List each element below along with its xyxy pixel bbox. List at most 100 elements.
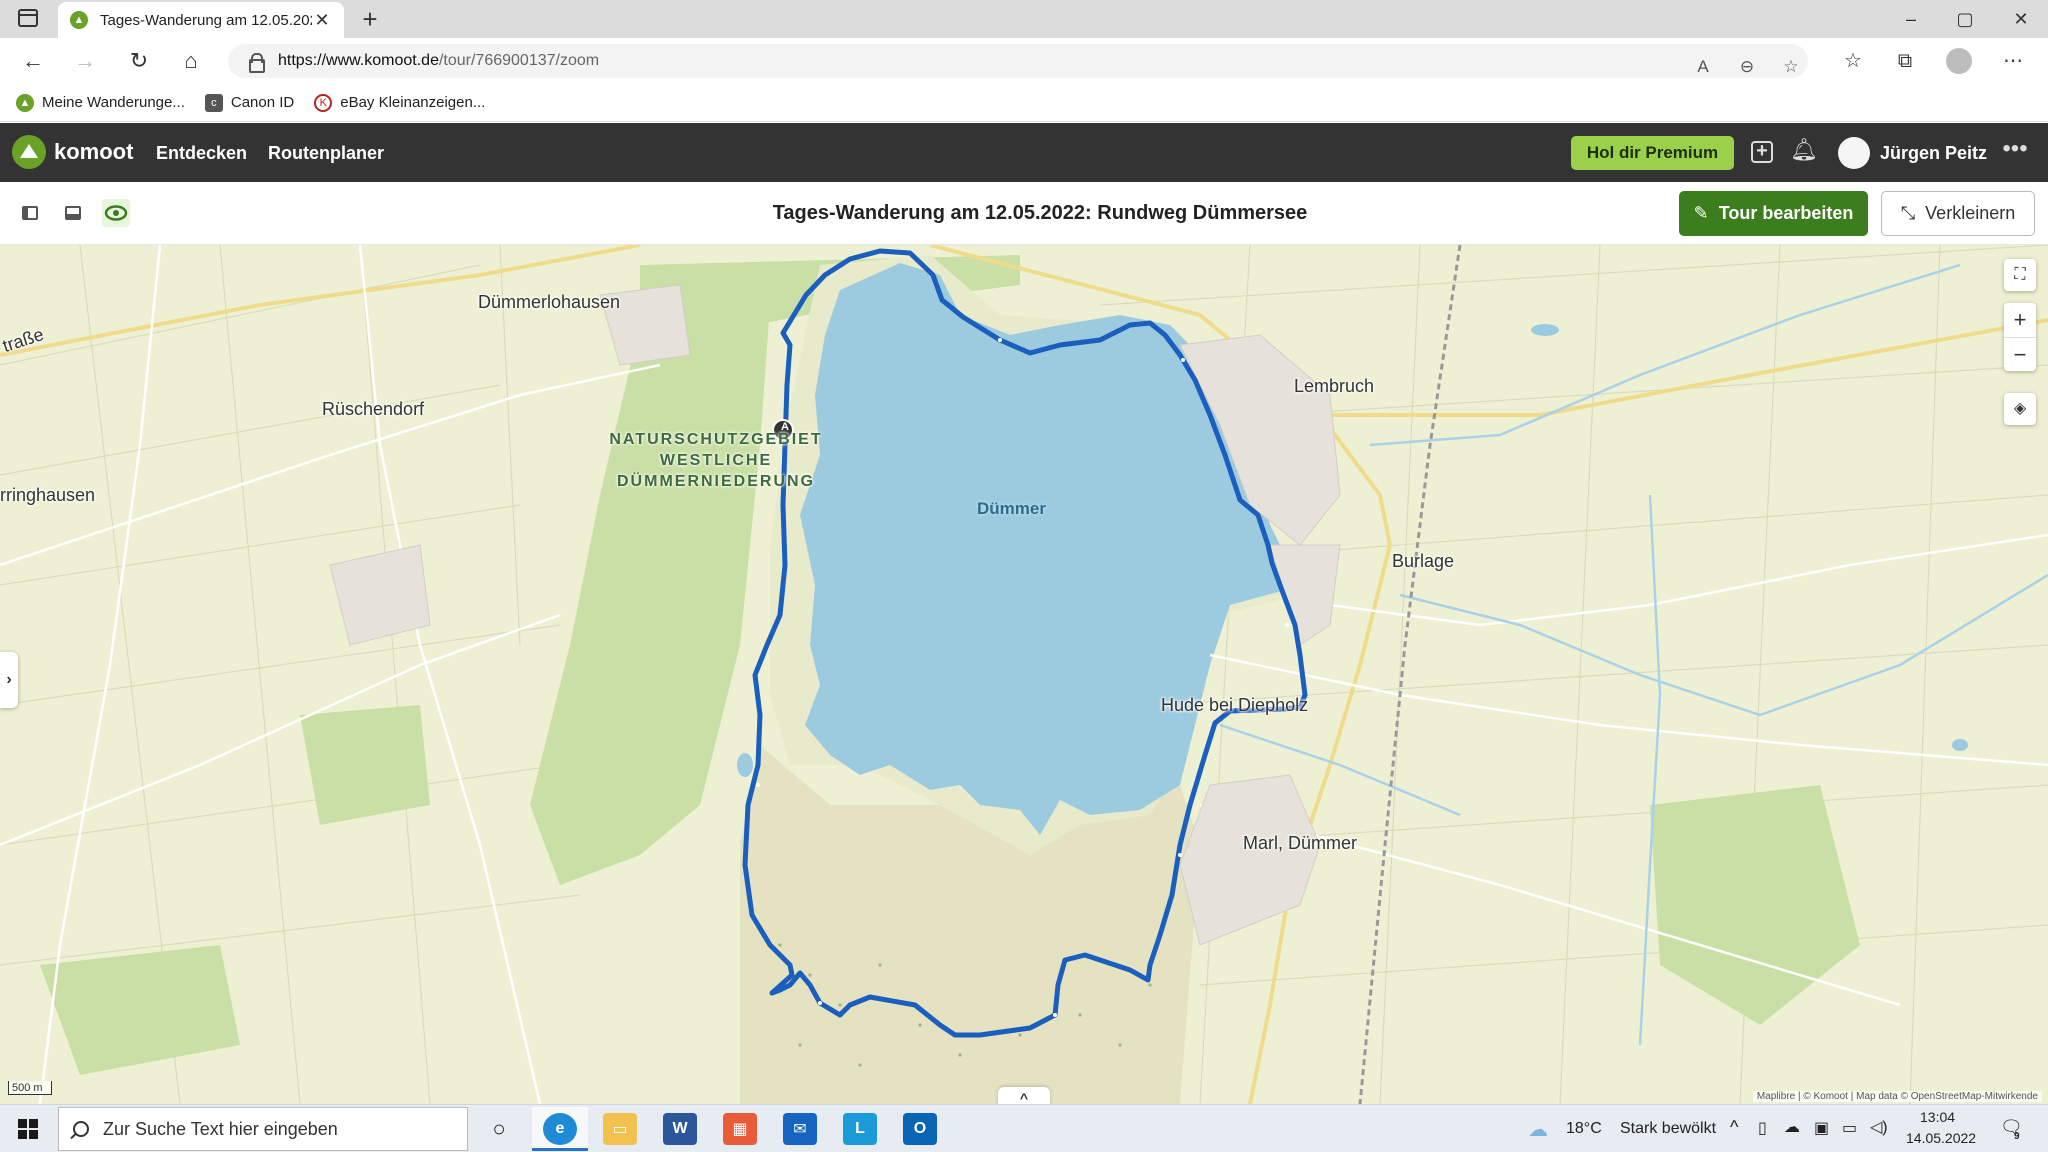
komoot-brand[interactable]: komoot — [54, 139, 133, 165]
zoom-out-button[interactable]: − — [2004, 337, 2036, 371]
place-label: Rüschendorf — [322, 399, 425, 419]
expand-sidebar-button[interactable]: › — [0, 652, 18, 708]
address-bar[interactable]: https://www.komoot.de/tour/766900137/zoo… — [228, 44, 1808, 78]
collapse-arrows-icon: ⤡ — [1900, 203, 1916, 223]
cortana-icon[interactable]: ○ — [482, 1113, 516, 1145]
tab-actions-icon[interactable] — [18, 9, 38, 27]
minimize-button[interactable]: – — [1888, 4, 1934, 34]
browser-tab-active[interactable]: ▲ Tages-Wanderung am 12.05.2022 ✕ — [58, 2, 344, 38]
zoom-in-button[interactable]: + — [2004, 303, 2036, 337]
bookmarks-bar: ▲ Meine Wanderunge... c Canon ID K eBay … — [0, 84, 2048, 122]
microsoft-store-icon[interactable]: ▦ — [723, 1113, 757, 1145]
ebay-kleinanzeigen-icon: K — [314, 93, 333, 112]
place-label: Dümmerlohausen — [478, 292, 621, 312]
url-host: https://www.komoot.de — [278, 52, 439, 69]
search-icon — [73, 1121, 89, 1137]
onedrive-icon[interactable]: ☁ — [1784, 1117, 1800, 1137]
pencil-icon: ✎ — [1693, 203, 1709, 223]
lock-icon — [248, 53, 265, 73]
edit-tour-button[interactable]: ✎ Tour bearbeiten — [1679, 191, 1868, 236]
map-attribution[interactable]: Maplibre | © Komoot | Map data © OpenStr… — [1752, 1091, 2042, 1102]
tab-close-icon[interactable]: ✕ — [312, 10, 332, 31]
bookmark-label: Meine Wanderunge... — [42, 94, 185, 111]
network-icon[interactable]: ▭ — [1842, 1118, 1857, 1138]
layers-icon: ◈ — [2013, 400, 2027, 417]
komoot-favicon-icon: ▲ — [70, 11, 88, 29]
edit-tour-label: Tour bearbeiten — [1718, 203, 1854, 223]
profile-avatar[interactable] — [1946, 48, 1972, 74]
nature-reserve-line: NATURSCHUTZGEBIET — [609, 431, 823, 448]
tray-device-icon[interactable]: ▯ — [1758, 1118, 1767, 1138]
close-window-button[interactable]: ✕ — [1998, 4, 2044, 34]
notification-count: 9 — [2014, 1131, 2020, 1142]
nature-reserve-line: DÜMMERNIEDERUNG — [617, 473, 815, 490]
komoot-icon: ▲ — [16, 93, 34, 112]
nav-routenplaner[interactable]: Routenplaner — [268, 143, 384, 164]
bookmark-label: eBay Kleinanzeigen... — [340, 94, 486, 111]
railway — [1358, 245, 1462, 1104]
komoot-header: komoot Entdecken Routenplaner Hol dir Pr… — [0, 123, 2048, 182]
maximize-button[interactable]: ▢ — [1942, 4, 1988, 34]
more-menu-icon[interactable]: ••• — [2000, 135, 2030, 163]
bookmark-item[interactable]: c Canon ID — [204, 93, 294, 112]
edge-browser-icon[interactable]: e — [543, 1113, 577, 1145]
place-label: Lembruch — [1294, 376, 1375, 396]
clock-date[interactable]: 14.05.2022 — [1906, 1130, 1976, 1146]
read-aloud-icon[interactable]: A — [1688, 50, 1718, 84]
settings-more-icon[interactable]: ⋯ — [1998, 46, 2028, 76]
l-app-icon[interactable]: L — [843, 1113, 877, 1145]
zoom-out-icon[interactable]: ⊖ — [1732, 50, 1762, 84]
url-path: /tour/766900137/zoom — [438, 52, 600, 69]
user-name[interactable]: Jürgen Peitz — [1880, 143, 1987, 164]
canon-icon: c — [204, 93, 223, 112]
forward-icon[interactable]: → — [70, 46, 100, 76]
komoot-logo-icon[interactable] — [12, 135, 46, 169]
favorites-icon[interactable]: ☆ — [1838, 46, 1868, 76]
browser-tab-bar: ▲ Tages-Wanderung am 12.05.2022 ✕ + – ▢ … — [0, 0, 2048, 38]
outlook-icon[interactable]: O — [903, 1113, 937, 1145]
windows-taskbar: Zur Suche Text hier eingeben ○ e ▭ W ▦ ✉… — [0, 1104, 2048, 1152]
show-hidden-icons-icon[interactable]: ^ — [1730, 1117, 1738, 1138]
expand-bottom-panel-button[interactable]: ^ — [998, 1087, 1050, 1104]
mail-icon[interactable]: ✉ — [783, 1113, 817, 1145]
weather-cloud-icon[interactable]: ☁ — [1528, 1117, 1548, 1142]
home-icon[interactable]: ⌂ — [176, 46, 206, 76]
bookmark-item[interactable]: K eBay Kleinanzeigen... — [314, 93, 486, 112]
windows-start-icon[interactable] — [18, 1119, 38, 1139]
lake-label: Dümmer — [977, 499, 1046, 518]
bookmark-item[interactable]: ▲ Meine Wanderunge... — [16, 93, 185, 112]
user-avatar[interactable] — [1838, 137, 1870, 169]
map-scale: 500 m — [8, 1081, 52, 1095]
place-label: Hude bei Diepholz — [1161, 695, 1309, 715]
add-favorite-icon[interactable]: ☆ — [1776, 50, 1806, 84]
clock-time[interactable]: 13:04 — [1920, 1109, 1955, 1125]
tour-toolbar: Tages-Wanderung am 12.05.2022: Rundweg D… — [0, 182, 2048, 245]
nature-reserve-label: NATURSCHUTZGEBIET WESTLICHE DÜMMERNIEDER… — [606, 429, 826, 492]
create-plus-icon[interactable]: + — [1751, 141, 1773, 163]
file-explorer-icon[interactable]: ▭ — [603, 1113, 637, 1145]
search-placeholder: Zur Suche Text hier eingeben — [103, 1118, 338, 1139]
premium-button[interactable]: Hol dir Premium — [1571, 136, 1734, 170]
tray-display-icon[interactable]: ▣ — [1814, 1118, 1829, 1138]
taskbar-search-box[interactable]: Zur Suche Text hier eingeben — [58, 1107, 468, 1151]
map-layers-button[interactable]: ◈ — [2004, 393, 2036, 425]
shrink-map-button[interactable]: ⤡ Verkleinern — [1881, 191, 2035, 236]
nature-reserve-line: WESTLICHE — [659, 452, 773, 469]
reload-icon[interactable]: ↻ — [124, 46, 154, 76]
new-tab-button[interactable]: + — [355, 4, 385, 35]
place-label: Marl, Dümmer — [1243, 833, 1358, 853]
collections-icon[interactable]: ⧉ — [1890, 46, 1920, 76]
tour-map[interactable]: A Dümmerlohausen Rüschendorf rringhausen… — [0, 245, 2048, 1104]
place-label: rringhausen — [0, 485, 96, 505]
weather-description[interactable]: Stark bewölkt — [1620, 1120, 1716, 1138]
place-label: Burlage — [1392, 551, 1455, 571]
weather-temp[interactable]: 18°C — [1566, 1120, 1602, 1138]
volume-icon[interactable]: ◁) — [1870, 1117, 1888, 1137]
notification-bell-icon[interactable]: 🔔︎ — [1790, 137, 1818, 165]
browser-toolbar: ← → ↻ ⌂ https://www.komoot.de/tour/76690… — [0, 38, 2048, 84]
map-canvas[interactable] — [0, 245, 2048, 1104]
back-icon[interactable]: ← — [18, 46, 48, 76]
fit-route-button[interactable]: ⛶ — [2004, 259, 2036, 291]
word-icon[interactable]: W — [663, 1113, 697, 1145]
nav-entdecken[interactable]: Entdecken — [156, 143, 247, 164]
